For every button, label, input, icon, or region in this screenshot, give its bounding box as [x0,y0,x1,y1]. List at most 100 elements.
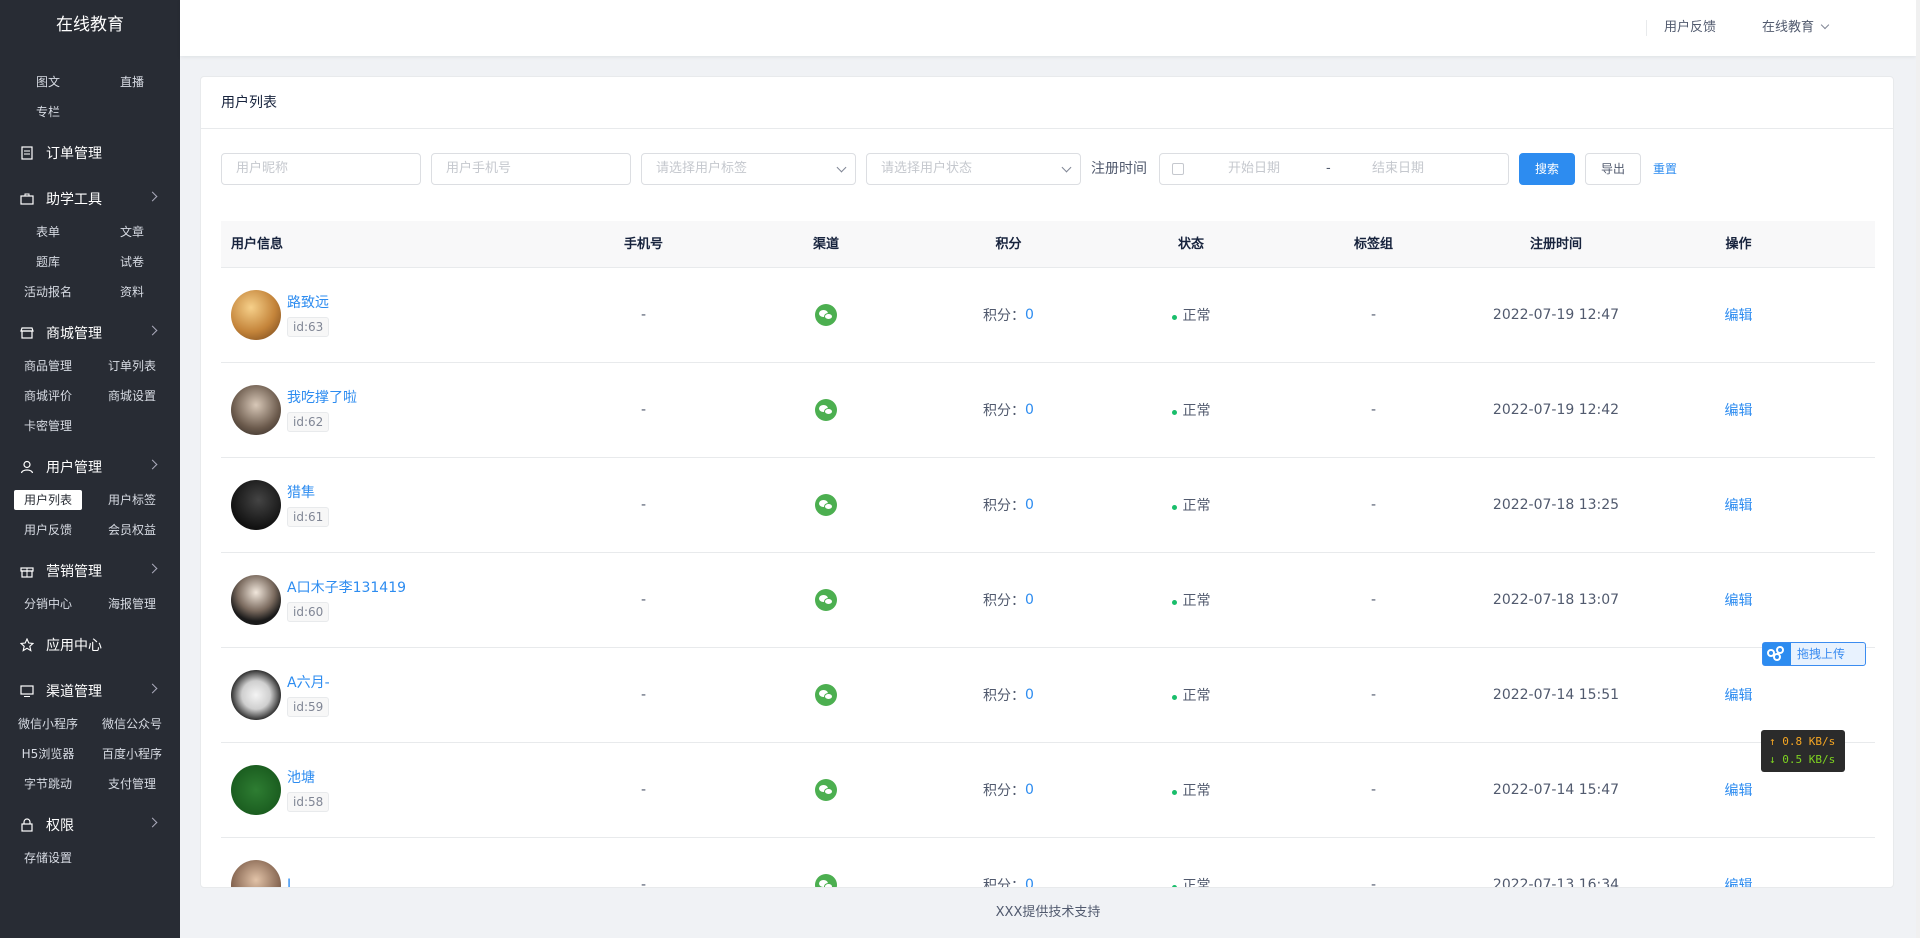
sidebar-item-order[interactable]: 订单管理 [0,136,180,170]
wechat-icon [815,589,837,611]
table-row: 我吃撑了啦 id:62 - 积分： 0 正常 - 2022-07-19 12:42… [221,363,1875,458]
sidebar-item-graphic[interactable]: 图文 [6,72,90,92]
sidebar-group-mall[interactable]: 商城管理 [0,316,180,350]
sidebar-group-study[interactable]: 助学工具 [0,182,180,216]
points-label: 积分： [983,783,1026,799]
sidebar-item-card-key[interactable]: 卡密管理 [6,416,90,436]
sidebar-item-wx-miniprogram[interactable]: 微信小程序 [6,714,90,734]
drag-upload-badge[interactable]: 拖拽上传 [1762,642,1866,666]
phone-input[interactable]: 用户手机号 [431,153,631,185]
sidebar-item-form[interactable]: 表单 [6,222,90,242]
col-phone: 手机号 [623,237,663,252]
sidebar-item-live[interactable]: 直播 [90,72,174,92]
date-range-picker[interactable]: 开始日期 - 结束日期 [1159,153,1509,185]
points-value[interactable]: 0 [1025,782,1034,798]
edit-link[interactable]: 编辑 [1725,875,1753,887]
user-name-link[interactable]: L [287,875,295,887]
sidebar-item-question-bank[interactable]: 题库 [6,252,90,272]
card-title: 用户列表 [201,77,1893,129]
points-value[interactable]: 0 [1025,402,1034,418]
sidebar-item-h5-browser[interactable]: H5浏览器 [6,744,90,764]
sidebar-item-app-center[interactable]: 应用中心 [0,628,180,662]
avatar [231,670,281,720]
points-label: 积分： [983,878,1026,888]
wechat-icon [815,304,837,326]
points-value[interactable]: 0 [1025,687,1034,703]
sidebar-item-poster[interactable]: 海报管理 [90,594,174,614]
points-value[interactable]: 0 [1025,877,1034,887]
sidebar-item-exam[interactable]: 试卷 [90,252,174,272]
sidebar-item-distribution[interactable]: 分销中心 [6,594,90,614]
cell-phone: - [640,402,647,418]
sidebar-item-user-feedback[interactable]: 用户反馈 [6,520,90,540]
start-date-placeholder: 开始日期 [1228,161,1281,176]
sidebar-item-storage-settings[interactable]: 存储设置 [6,848,90,868]
sidebar-item-mall-review[interactable]: 商城评价 [6,386,90,406]
sidebar-group-channel[interactable]: 渠道管理 [0,674,180,708]
sidebar-item-wx-official[interactable]: 微信公众号 [90,714,174,734]
scrollbar[interactable] [1916,0,1920,938]
table-row: 猎隼 id:61 - 积分： 0 正常 - 2022-07-18 13:25 编辑 [221,458,1875,553]
sidebar-item-mall-settings[interactable]: 商城设置 [90,386,174,406]
edit-link[interactable]: 编辑 [1725,685,1753,705]
sidebar-item-member-rights[interactable]: 会员权益 [90,520,174,540]
user-name-link[interactable]: A口木子李131419 [287,578,406,598]
search-button[interactable]: 搜索 [1519,153,1575,185]
edit-link[interactable]: 编辑 [1725,590,1753,610]
sidebar-item-materials[interactable]: 资料 [90,282,174,302]
calendar-icon [1172,163,1184,175]
edit-link[interactable]: 编辑 [1725,305,1753,325]
sidebar-item-baidu-miniprogram[interactable]: 百度小程序 [90,744,174,764]
nickname-input[interactable]: 用户昵称 [221,153,421,185]
sidebar-item-order-list[interactable]: 订单列表 [90,356,174,376]
sidebar-item-product[interactable]: 商品管理 [6,356,90,376]
user-info: 我吃撑了啦 id:62 [287,388,357,432]
user-name-link[interactable]: A六月- [287,673,330,693]
user-name-link[interactable]: 猎隼 [287,483,329,503]
cell-points: 积分： 0 [916,363,1101,457]
points-value[interactable]: 0 [1025,307,1034,323]
monitor-icon [20,685,34,697]
sidebar-permission-items: 存储设置 [0,848,180,868]
cell-user-info: A口木子李131419 id:60 [221,553,551,647]
user-name-link[interactable]: 路致远 [287,293,329,313]
col-reg-time: 注册时间 [1529,237,1582,252]
sidebar-group-marketing[interactable]: 营销管理 [0,554,180,588]
chevron-down-icon [1820,20,1830,30]
cell-phone: - [640,877,647,888]
sidebar-item-article[interactable]: 文章 [90,222,174,242]
edit-link[interactable]: 编辑 [1725,495,1753,515]
status-select[interactable]: 请选择用户状态 [866,153,1081,185]
sidebar-group-user[interactable]: 用户管理 [0,450,180,484]
tag-select[interactable]: 请选择用户标签 [641,153,856,185]
export-button[interactable]: 导出 [1585,153,1641,185]
sidebar-item-payment[interactable]: 支付管理 [90,774,174,794]
sidebar-item-bytedance[interactable]: 字节跳动 [6,774,90,794]
points-value[interactable]: 0 [1025,592,1034,608]
table-body: 路致远 id:63 - 积分： 0 正常 - 2022-07-19 12:47 编… [221,268,1875,888]
edit-link[interactable]: 编辑 [1725,780,1753,800]
sidebar-item-user-list[interactable]: 用户列表 [14,490,82,510]
sidebar-item-event-signup[interactable]: 活动报名 [6,282,90,302]
sidebar-item-column[interactable]: 专栏 [6,102,90,122]
edit-link[interactable]: 编辑 [1725,400,1753,420]
header-account-menu[interactable]: 在线教育 [1762,0,1830,56]
user-name-link[interactable]: 池塘 [287,768,329,788]
cell-user-info: 我吃撑了啦 id:62 [221,363,551,457]
header-feedback-link[interactable]: 用户反馈 [1664,0,1716,56]
user-name-link[interactable]: 我吃撑了啦 [287,388,357,408]
sidebar-item-user-tags[interactable]: 用户标签 [90,490,174,510]
status-dot-icon [1171,599,1177,605]
cell-status: 正常 [1101,648,1281,742]
user-info: L [287,875,295,887]
reset-link[interactable]: 重置 [1653,153,1677,185]
points-value[interactable]: 0 [1025,497,1034,513]
cell-user-info: A六月- id:59 [221,648,551,742]
sidebar-group-label: 用户管理 [46,460,102,476]
sidebar-group-permission[interactable]: 权限 [0,808,180,842]
cell-status: 正常 [1101,743,1281,837]
user-table: 用户信息 手机号 渠道 积分 状态 标签组 注册时间 操作 路致远 id:63 … [221,221,1875,888]
cell-phone: - [640,592,647,608]
cell-channel [736,458,916,552]
user-id-badge: id:60 [287,602,330,622]
